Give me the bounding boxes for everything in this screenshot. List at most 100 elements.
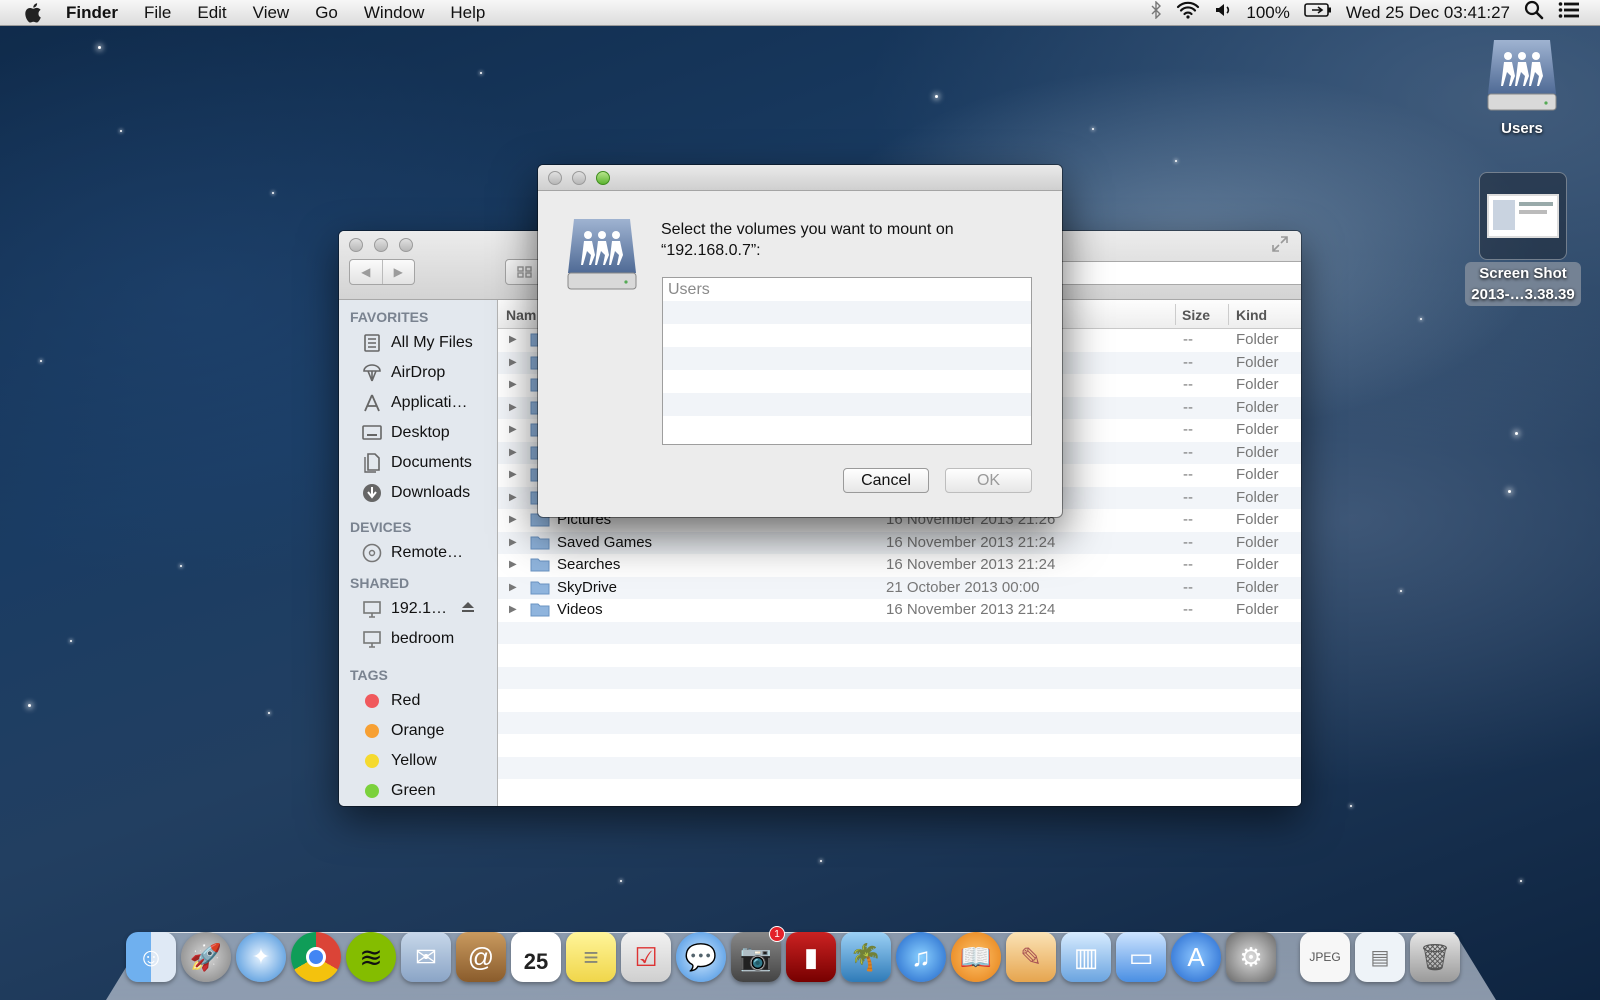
disclosure-triangle-icon[interactable]: ▶ [509,469,517,480]
tag-red-dot-icon [365,694,379,708]
zoom-button[interactable] [596,171,610,185]
disclosure-triangle-icon[interactable]: ▶ [509,537,517,548]
keynote-icon[interactable]: ▭ [1116,932,1166,982]
chrome-icon[interactable] [291,932,341,982]
search-input[interactable] [1029,261,1301,285]
column-header-name[interactable]: Nam [506,307,536,323]
downloads-stack-icon[interactable]: ▤ [1355,932,1405,982]
itunes-icon[interactable]: ♫ [896,932,946,982]
menu-app-name[interactable]: Finder [66,3,118,23]
ok-button[interactable]: OK [945,468,1032,493]
server-display-icon [361,598,383,620]
pages-icon[interactable]: ✎ [1006,932,1056,982]
sidebar-item-tag-orange[interactable]: Orange [339,716,497,746]
spotify-icon[interactable]: ≋ [346,932,396,982]
calendar-icon[interactable]: 25 [511,932,561,982]
desktop-icon-screenshot[interactable]: Screen Shot 2013-…3.38.39 [1453,172,1593,306]
back-button[interactable]: ◀ [350,260,383,284]
volume-list[interactable]: Users [662,277,1032,445]
clock[interactable]: Wed 25 Dec 03:41:27 [1346,3,1510,23]
column-header-kind[interactable]: Kind [1236,307,1267,323]
disclosure-triangle-icon[interactable]: ▶ [509,492,517,503]
menu-file[interactable]: File [144,3,171,23]
column-divider[interactable] [1175,304,1176,325]
messages-icon[interactable]: 💬 [676,932,726,982]
disclosure-triangle-icon[interactable]: ▶ [509,334,517,345]
battery-icon[interactable] [1304,2,1332,23]
spotlight-search-icon[interactable] [1524,0,1544,25]
disclosure-triangle-icon[interactable]: ▶ [509,514,517,525]
reminders-icon[interactable]: ☑ [621,932,671,982]
sidebar-item-desktop[interactable]: Desktop [339,418,497,448]
safari-icon[interactable]: ✦ [236,932,286,982]
close-button[interactable] [349,238,363,252]
menu-edit[interactable]: Edit [197,3,226,23]
bluetooth-icon[interactable] [1150,0,1162,24]
sidebar-item-label: AirDrop [391,364,446,381]
zoom-button[interactable] [399,238,413,252]
photo-booth-icon[interactable]: ▮ [786,932,836,982]
table-row[interactable]: ▶ Videos 16 November 2013 21:24 -- Folder [498,599,1301,622]
notification-center-icon[interactable] [1558,1,1580,24]
volume-icon[interactable] [1214,1,1232,24]
forward-button[interactable]: ▶ [383,260,415,284]
launchpad-icon[interactable]: 🚀 [181,932,231,982]
disclosure-triangle-icon[interactable]: ▶ [509,604,517,615]
file-size: -- [1183,488,1193,506]
wifi-icon[interactable] [1176,1,1200,24]
file-size: -- [1183,353,1193,371]
column-divider[interactable] [1228,304,1229,325]
cancel-button[interactable]: Cancel [843,468,929,493]
dialog-message-line1: Select the volumes you want to mount on [661,221,954,238]
airdrop-icon [361,362,383,384]
finder-icon[interactable]: ☺ [126,932,176,982]
fullscreen-icon[interactable] [1271,235,1289,258]
disclosure-triangle-icon[interactable]: ▶ [509,559,517,570]
sidebar-item-downloads[interactable]: Downloads [339,478,497,508]
disclosure-triangle-icon[interactable]: ▶ [509,582,517,593]
sidebar-item-tag-red[interactable]: Red [339,686,497,716]
numbers-icon[interactable]: ▥ [1061,932,1111,982]
table-row[interactable]: ▶ Searches 16 November 2013 21:24 -- Folder [498,554,1301,577]
table-row[interactable]: ▶ SkyDrive 21 October 2013 00:00 -- Folder [498,576,1301,599]
eject-icon[interactable] [461,600,475,618]
volume-list-item-users[interactable]: Users [663,278,1031,301]
disclosure-triangle-icon[interactable]: ▶ [509,379,517,390]
disclosure-triangle-icon[interactable]: ▶ [509,357,517,368]
mail-icon[interactable]: ✉ [401,932,451,982]
app-store-icon[interactable]: A [1171,932,1221,982]
tag-yellow-dot-icon [365,754,379,768]
trash-icon[interactable]: 🗑 [1410,932,1460,982]
disclosure-triangle-icon[interactable]: ▶ [509,447,517,458]
table-row[interactable]: ▶ Saved Games 16 November 2013 21:24 -- Fold… [498,531,1301,554]
iphoto-icon[interactable]: 🌴 [841,932,891,982]
disclosure-triangle-icon[interactable]: ▶ [509,402,517,413]
sidebar-item-tag-yellow[interactable]: Yellow [339,746,497,776]
sidebar-item-tag-green[interactable]: Green [339,776,497,806]
sidebar-item-documents[interactable]: Documents [339,448,497,478]
sidebar-item-remote-disc[interactable]: Remote… [339,538,497,568]
sidebar-item-airdrop[interactable]: AirDrop [339,358,497,388]
jpeg-document-icon[interactable]: JPEG [1300,932,1350,982]
sidebar-item-bedroom[interactable]: bedroom [339,624,497,654]
sidebar-item-applications[interactable]: Applicati… [339,388,497,418]
menu-view[interactable]: View [253,3,290,23]
minimize-button[interactable] [374,238,388,252]
sidebar-item-label: Applicati… [391,394,468,411]
apple-menu-icon[interactable] [22,2,46,24]
contacts-icon[interactable]: @ [456,932,506,982]
close-button[interactable] [548,171,562,185]
ibooks-icon[interactable]: 📖 [951,932,1001,982]
notes-icon[interactable]: ≡ [566,932,616,982]
system-preferences-icon[interactable]: ⚙ [1226,932,1276,982]
minimize-button[interactable] [572,171,586,185]
column-header-size[interactable]: Size [1182,307,1210,323]
sidebar-item-all-my-files[interactable]: All My Files [339,328,497,358]
menu-help[interactable]: Help [450,3,485,23]
menu-window[interactable]: Window [364,3,424,23]
desktop-icon-users-volume[interactable]: Users [1478,38,1566,140]
facetime-icon[interactable]: 📷 1 [731,926,785,982]
sidebar-item-shared-server[interactable]: 192.1… [339,594,497,624]
menu-go[interactable]: Go [315,3,338,23]
disclosure-triangle-icon[interactable]: ▶ [509,424,517,435]
